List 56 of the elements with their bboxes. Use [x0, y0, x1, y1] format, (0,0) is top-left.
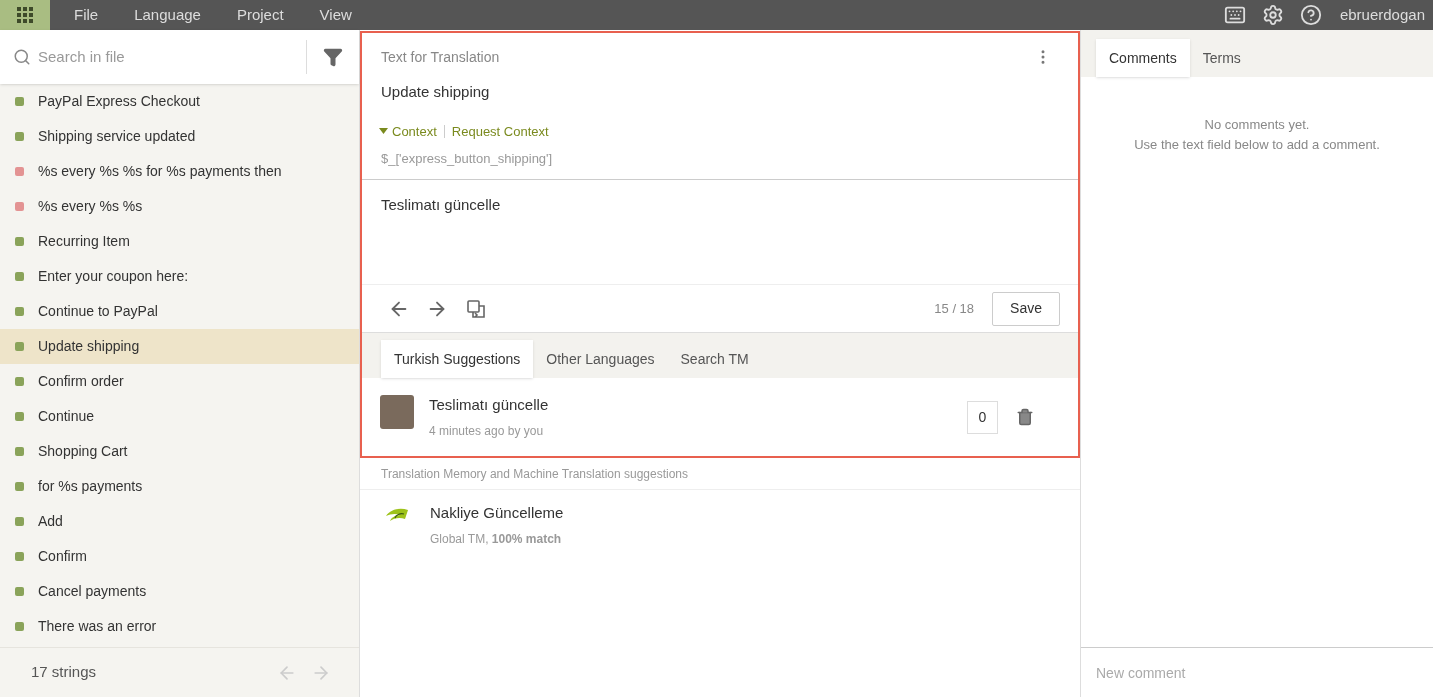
string-list-item[interactable]: Confirm order [0, 364, 359, 399]
new-comment-field[interactable]: New comment [1081, 647, 1433, 697]
string-list-item[interactable]: Update shipping [0, 329, 359, 364]
string-list-item[interactable]: Continue [0, 399, 359, 434]
empty-comments-message: Use the text field below to add a comment. [1134, 135, 1380, 154]
string-list-item[interactable]: Add [0, 504, 359, 539]
tm-suggestion-meta: Global TM, 100% match [430, 531, 563, 549]
string-list-item[interactable]: Shipping service updated [0, 119, 359, 154]
string-list-item[interactable]: Cancel payments [0, 574, 359, 609]
side-tab[interactable]: Terms [1189, 39, 1254, 77]
search-icon [13, 48, 31, 66]
string-count: 17 strings [31, 662, 98, 683]
suggestion-tab[interactable]: Turkish Suggestions [381, 340, 534, 378]
context-toggle[interactable]: Context [379, 121, 437, 141]
settings-icon[interactable] [1261, 4, 1284, 26]
string-list-item[interactable]: %s every %s %s for %s payments then [0, 154, 359, 189]
string-list-item[interactable]: %s every %s %s [0, 189, 359, 224]
menu-item[interactable]: View [307, 3, 364, 27]
side-tab[interactable]: Comments [1096, 39, 1190, 77]
suggestion-text: Teslimatı güncelle [429, 394, 550, 415]
string-list-item[interactable]: Enter your coupon here: [0, 259, 359, 294]
menu-item[interactable]: File [62, 3, 111, 27]
caret-icon [379, 128, 388, 135]
delete-icon[interactable] [1016, 408, 1034, 426]
string-list-item[interactable]: for %s payments [0, 469, 359, 504]
string-key: $_['express_button_shipping'] [381, 151, 553, 166]
string-list-item[interactable]: Confirm [0, 539, 359, 574]
menu-item[interactable]: Language [122, 3, 213, 27]
username[interactable]: ebruerdogan [1339, 3, 1425, 27]
string-counter: 15 / 18 [934, 299, 975, 318]
suggestion-tab[interactable]: Other Languages [533, 340, 668, 378]
search-input[interactable]: Search in file [38, 45, 306, 69]
string-list-item[interactable]: Shopping Cart [0, 434, 359, 469]
copy-source-icon[interactable] [466, 298, 486, 319]
translation-field[interactable]: Teslimatı güncelle [362, 179, 1078, 284]
save-button[interactable]: Save [992, 291, 1060, 326]
string-list-item[interactable]: Continue to PayPal [0, 294, 359, 329]
avatar-photo-placeholder [380, 395, 414, 429]
search-field[interactable]: Search in file [0, 30, 359, 84]
source-text: Update shipping [381, 83, 490, 100]
help-icon[interactable] [1299, 4, 1322, 26]
menu-item[interactable]: Project [224, 3, 296, 27]
vote-count[interactable]: 0 [967, 400, 998, 434]
keyboard-icon[interactable] [1223, 4, 1246, 26]
suggestion-tab[interactable]: Search TM [667, 340, 762, 378]
suggestion-meta: 4 minutes ago by you [429, 423, 545, 441]
request-context-link[interactable]: Request Context [451, 121, 549, 141]
filter-icon[interactable] [323, 47, 343, 67]
string-list-item[interactable]: There was an error [0, 609, 359, 644]
string-list-item[interactable]: PayPal Express Checkout [0, 84, 359, 119]
tm-suggestion-text: Nakliye Güncelleme [430, 502, 564, 523]
tm-section-label: Translation Memory and Machine Translation suggestions [381, 465, 689, 483]
panel-header: Text for Translation [381, 47, 501, 67]
apps-grid-icon[interactable] [0, 0, 50, 30]
empty-comments-message: No comments yet. [1204, 116, 1310, 134]
string-list-item[interactable]: Recurring Item [0, 224, 359, 259]
